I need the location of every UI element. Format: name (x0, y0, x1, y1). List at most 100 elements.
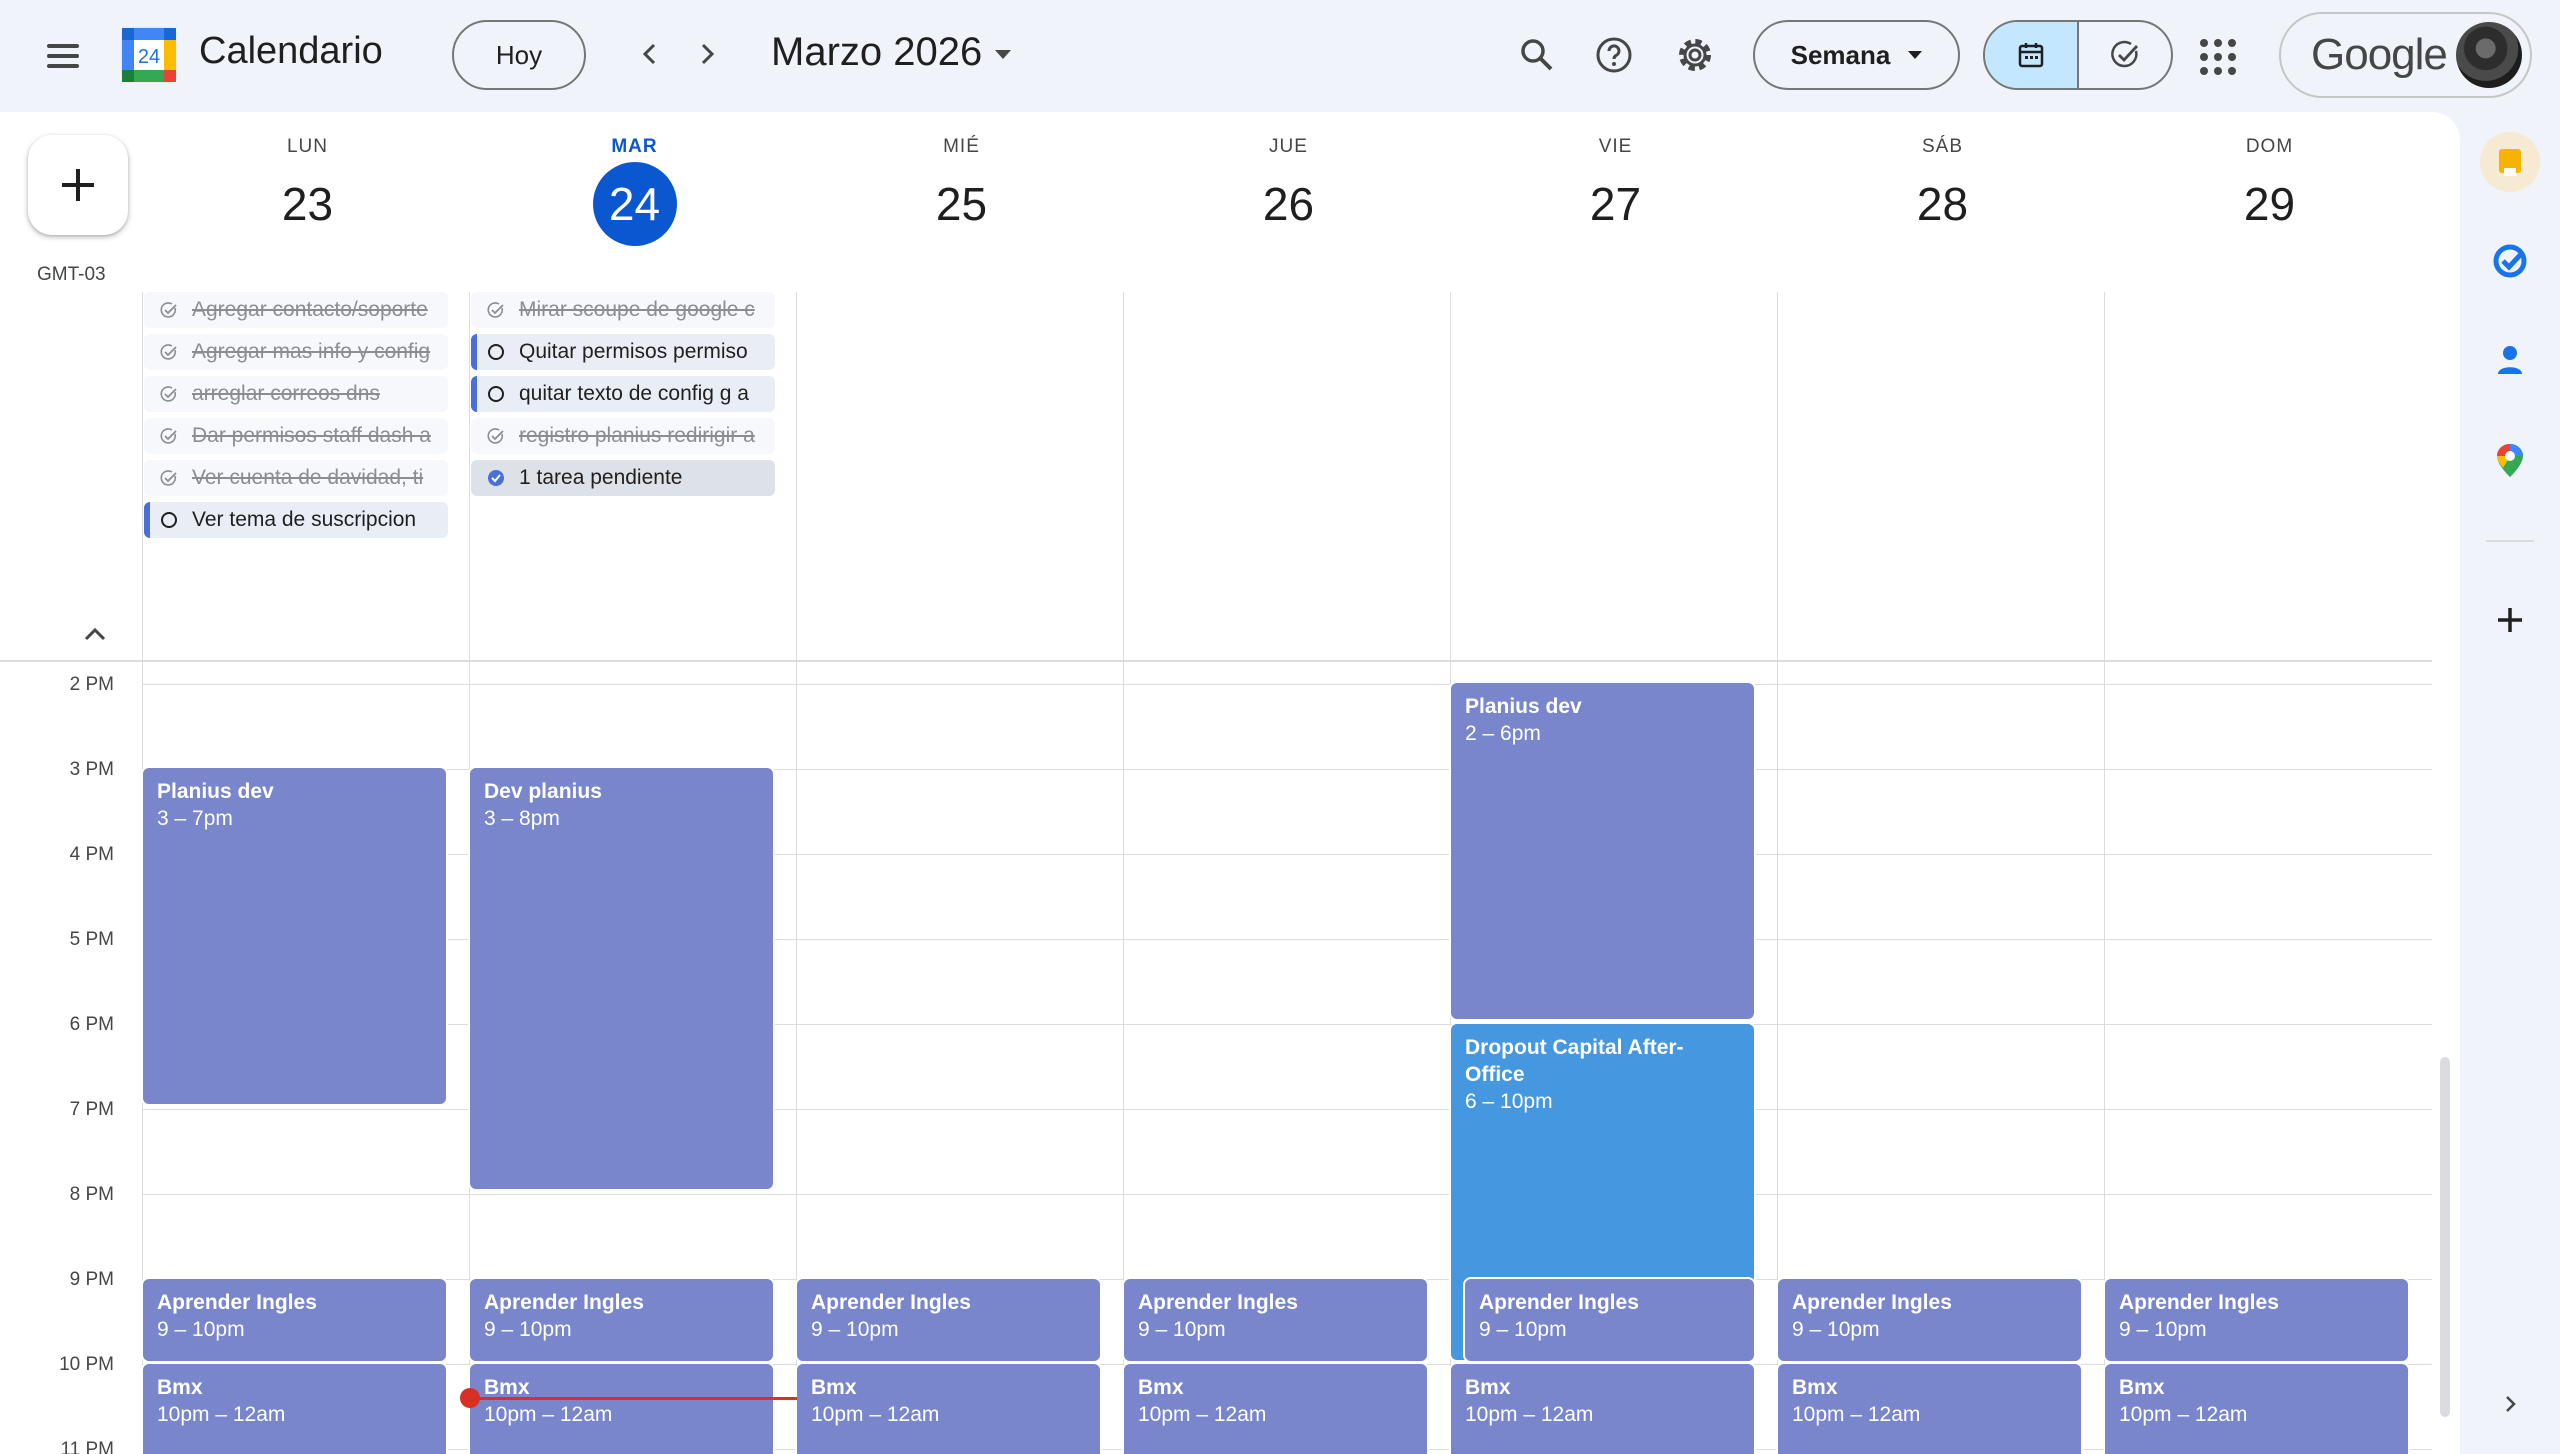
vertical-scrollbar[interactable] (2440, 1057, 2450, 1417)
add-addon-icon[interactable] (2480, 590, 2540, 650)
task-item[interactable]: Ver tema de suscripcion (144, 502, 448, 538)
help-icon[interactable] (1589, 30, 1639, 80)
event-time: 10pm – 12am (1138, 1403, 1267, 1426)
event-aprender-ingles-mon[interactable]: Aprender Ingles 9 – 10pm (141, 1277, 448, 1363)
event-time: 10pm – 12am (1465, 1403, 1594, 1426)
task-item[interactable]: Quitar permisos permiso (471, 334, 775, 370)
event-aprender-ingles-sun[interactable]: Aprender Ingles 9 – 10pm (2103, 1277, 2410, 1363)
event-bmx-wed[interactable]: Bmx 10pm – 12am (795, 1362, 1102, 1454)
task-item[interactable]: Agregar mas info y config (144, 334, 448, 370)
chevron-right-icon[interactable] (687, 32, 727, 76)
event-title: Dev planius (484, 780, 602, 803)
event-time: 9 – 10pm (1479, 1318, 1567, 1341)
event-time: 6 – 10pm (1465, 1090, 1553, 1113)
event-bmx-sat[interactable]: Bmx 10pm – 12am (1776, 1362, 2083, 1454)
day-number[interactable]: 25 (920, 162, 1004, 246)
chevron-left-icon[interactable] (630, 32, 670, 76)
today-button[interactable]: Hoy (452, 20, 586, 90)
day-name: VIE (1598, 136, 1633, 157)
calendar-main-panel: GMT-03 LUN 23 MAR 24 MIÉ 25 JUE 26 VIE 2… (0, 112, 2460, 1454)
hour-label: 10 PM (59, 1354, 114, 1375)
task-item[interactable]: quitar texto de config g a (471, 376, 775, 412)
search-icon[interactable] (1512, 30, 1562, 80)
event-bmx-fri[interactable]: Bmx 10pm – 12am (1449, 1362, 1756, 1454)
event-aprender-ingles-fri[interactable]: Aprender Ingles 9 – 10pm (1463, 1277, 1756, 1363)
event-bmx-sun[interactable]: Bmx 10pm – 12am (2103, 1362, 2410, 1454)
day-number[interactable]: 27 (1574, 162, 1658, 246)
event-dev-planius-tue[interactable]: Dev planius 3 – 8pm (468, 766, 775, 1191)
menu-icon[interactable] (40, 36, 80, 76)
hour-label: 9 PM (69, 1269, 114, 1290)
day-header-fri[interactable]: VIE 27 (1452, 132, 1779, 246)
task-done-icon (160, 386, 177, 402)
day-number[interactable]: 26 (1247, 162, 1331, 246)
view-selector-label: Semana (1790, 39, 1891, 70)
task-item[interactable]: arreglar correos dns (144, 376, 448, 412)
task-item[interactable]: Agregar contacto/soporte (144, 292, 448, 328)
event-time: 9 – 10pm (811, 1318, 899, 1341)
avatar (2456, 22, 2522, 88)
event-aprender-ingles-thu[interactable]: Aprender Ingles 9 – 10pm (1122, 1277, 1429, 1363)
month-title[interactable]: Marzo 2026 (771, 30, 982, 75)
pending-tasks-chip[interactable]: 1 tarea pendiente (471, 460, 775, 496)
settings-icon[interactable] (1670, 30, 1720, 80)
top-bar: 24 Calendario Hoy Marzo 2026 Semana Goog… (0, 0, 2560, 112)
account-button[interactable]: Google (2279, 12, 2532, 98)
event-title: Bmx (2119, 1376, 2165, 1399)
event-planius-dev-fri[interactable]: Planius dev 2 – 6pm (1449, 681, 1756, 1021)
contacts-icon[interactable] (2480, 330, 2540, 390)
event-bmx-thu[interactable]: Bmx 10pm – 12am (1122, 1362, 1429, 1454)
event-title: Aprender Ingles (157, 1291, 317, 1314)
tasks-view-button[interactable] (2079, 22, 2171, 88)
event-time: 9 – 10pm (157, 1318, 245, 1341)
hour-label: 7 PM (69, 1099, 114, 1120)
day-number[interactable]: 29 (2228, 162, 2312, 246)
keep-icon[interactable] (2480, 132, 2540, 192)
task-done-icon (487, 302, 504, 318)
task-item[interactable]: Mirar scoupe de google c (471, 292, 775, 328)
tasks-icon[interactable] (2480, 231, 2540, 291)
event-bmx-mon[interactable]: Bmx 10pm – 12am (141, 1362, 448, 1454)
hour-label: 6 PM (69, 1014, 114, 1035)
task-item[interactable]: registro planius redirigir a (471, 418, 775, 454)
maps-icon[interactable] (2480, 430, 2540, 490)
day-number[interactable]: 23 (266, 162, 350, 246)
event-aprender-ingles-wed[interactable]: Aprender Ingles 9 – 10pm (795, 1277, 1102, 1363)
task-done-icon (487, 428, 504, 444)
current-time-dot (460, 1388, 480, 1408)
task-label: registro planius redirigir a (519, 424, 755, 447)
calendar-view-button[interactable] (1985, 22, 2079, 88)
create-button[interactable] (28, 135, 128, 235)
hour-label: 4 PM (69, 844, 114, 865)
timezone-label: GMT-03 (37, 264, 106, 285)
expand-side-panel-icon[interactable] (2480, 1374, 2540, 1434)
event-title: Bmx (157, 1376, 203, 1399)
task-item[interactable]: Dar permisos staff dash a (144, 418, 448, 454)
event-time: 3 – 7pm (157, 807, 233, 830)
event-time: 9 – 10pm (1792, 1318, 1880, 1341)
apps-grid-icon[interactable] (2195, 34, 2239, 78)
hour-label: 5 PM (69, 929, 114, 950)
task-label: Agregar contacto/soporte (192, 298, 428, 321)
view-selector[interactable]: Semana (1753, 20, 1960, 90)
task-label: 1 tarea pendiente (519, 466, 683, 489)
event-time: 9 – 10pm (1138, 1318, 1226, 1341)
day-header-wed[interactable]: MIÉ 25 (798, 132, 1125, 246)
day-header-sun[interactable]: DOM 29 (2106, 132, 2433, 246)
day-header-mon[interactable]: LUN 23 (144, 132, 471, 246)
day-header-thu[interactable]: JUE 26 (1125, 132, 1452, 246)
day-header-tue[interactable]: MAR 24 (471, 132, 798, 246)
event-title: Aprender Ingles (1138, 1291, 1298, 1314)
day-number-today[interactable]: 24 (592, 162, 677, 246)
day-header-sat[interactable]: SÁB 28 (1779, 132, 2106, 246)
event-aprender-ingles-sat[interactable]: Aprender Ingles 9 – 10pm (1776, 1277, 2083, 1363)
event-title: Bmx (1792, 1376, 1838, 1399)
event-planius-dev-mon[interactable]: Planius dev 3 – 7pm (141, 766, 448, 1106)
day-number[interactable]: 28 (1901, 162, 1985, 246)
event-aprender-ingles-tue[interactable]: Aprender Ingles 9 – 10pm (468, 1277, 775, 1363)
google-brand: Google (2311, 30, 2448, 79)
task-done-icon (160, 470, 177, 486)
task-item[interactable]: Ver cuenta de davidad, ti (144, 460, 448, 496)
month-dropdown-icon[interactable] (995, 50, 1011, 59)
event-bmx-tue[interactable]: Bmx 10pm – 12am (468, 1362, 775, 1454)
